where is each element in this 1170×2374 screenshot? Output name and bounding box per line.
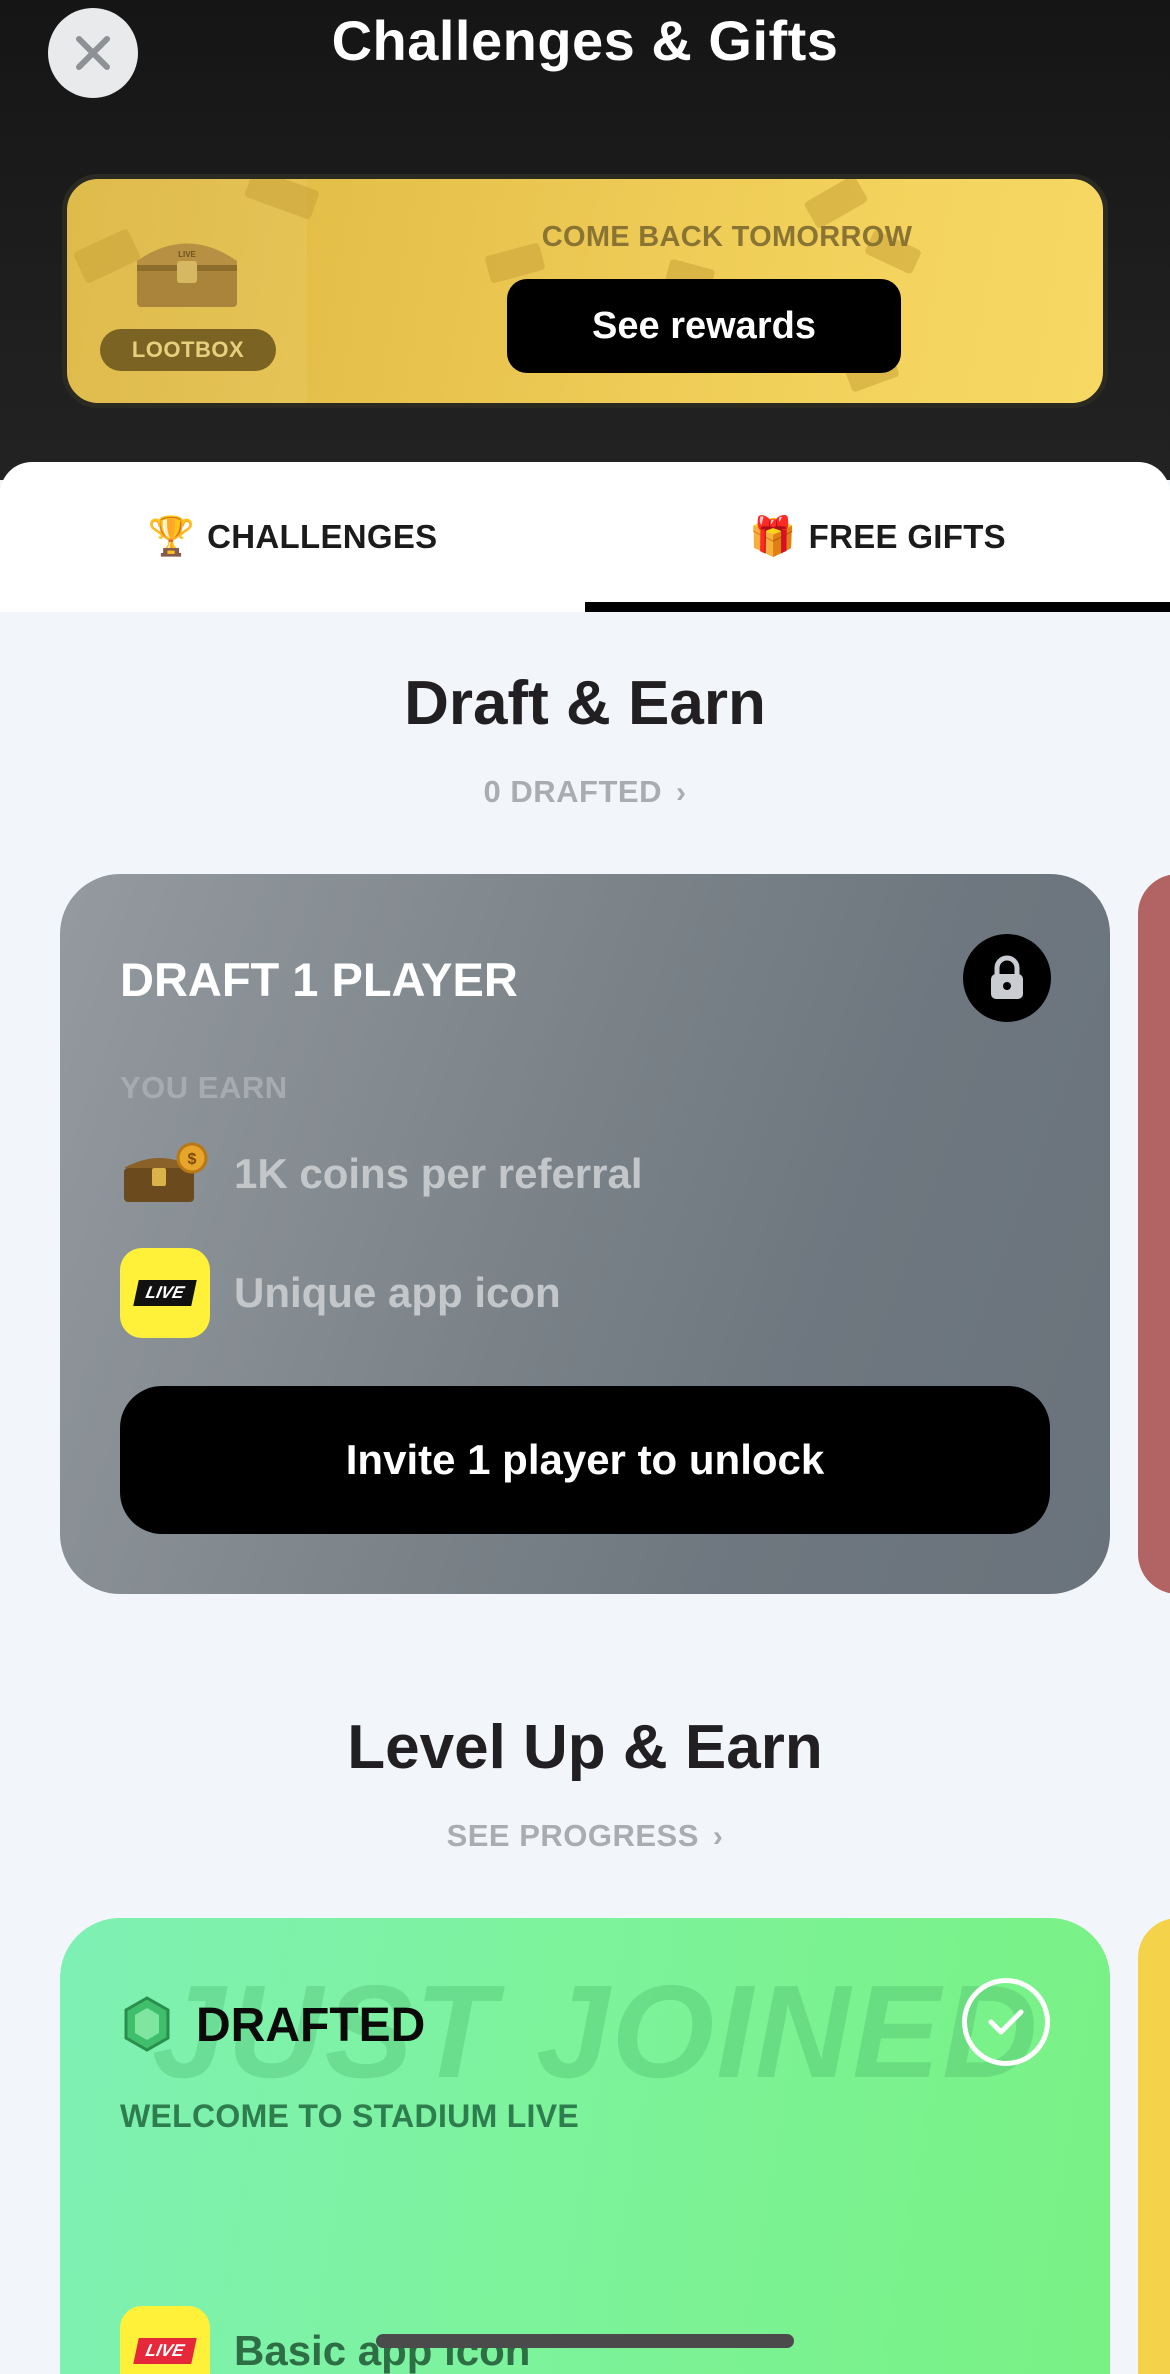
level-section-title: Level Up & Earn [347,1713,823,1782]
live-badge: LIVE [133,2338,197,2364]
draft-card-heading: DRAFT 1 PLAYER [120,953,518,1006]
tab-label: FREE GIFTS [808,518,1006,555]
tab-bar: 🏆 CHALLENGES 🎁 FREE GIFTS [0,462,1170,612]
svg-text:LIVE: LIVE [178,250,196,259]
you-earn-label: YOU EARN [120,1070,288,1105]
see-progress-label: SEE PROGRESS [446,1818,699,1853]
chevron-right-icon: › [712,1820,724,1853]
see-rewards-button[interactable]: See rewards [507,279,901,373]
reward-row-coins: $ 1K coins per referral [120,1142,643,1206]
treasure-chest-icon: LIVE [137,243,237,307]
trophy-icon: 🏆 [147,516,196,558]
drafted-count-label: 0 DRAFTED [483,774,662,809]
draft-card: DRAFT 1 PLAYER YOU EARN $ 1K coins per r… [60,874,1110,1594]
next-card-peek[interactable] [1138,1918,1170,2374]
lootbox-badge: LOOTBOX [100,329,276,371]
lootbox-banner[interactable]: LIVE LOOTBOX COME BACK TOMORROW See rewa… [62,174,1108,408]
gem-icon [124,1996,170,2052]
see-progress-link[interactable]: SEE PROGRESS › [0,1818,1170,1854]
active-tab-indicator [585,602,1170,612]
reward-row-app-icon: LIVE Unique app icon [120,1248,561,1338]
svg-text:$: $ [188,1151,197,1168]
next-card-peek[interactable] [1138,874,1170,1594]
invite-to-unlock-button[interactable]: Invite 1 player to unlock [120,1386,1050,1534]
banner-caption: COME BACK TOMORROW [541,221,913,253]
level-card-heading: DRAFTED [196,1999,426,2052]
lock-icon [963,934,1051,1022]
header: Challenges & Gifts LIVE LOOTBOX COME BAC… [0,0,1170,480]
live-app-icon: LIVE [120,2306,210,2374]
check-icon [962,1978,1050,2066]
draft-section-title: Draft & Earn [404,669,766,738]
reward-text: Unique app icon [234,1269,561,1316]
live-app-icon: LIVE [120,1248,210,1338]
page-title: Challenges & Gifts [331,9,839,72]
tab-free-gifts[interactable]: 🎁 FREE GIFTS [585,462,1170,612]
reward-text: 1K coins per referral [234,1150,643,1197]
tab-label: CHALLENGES [207,518,438,555]
coin-chest-icon: $ [124,1142,208,1202]
tab-challenges[interactable]: 🏆 CHALLENGES [0,462,585,612]
gift-icon: 🎁 [749,516,797,558]
chevron-right-icon: › [675,776,687,809]
home-indicator [376,2334,794,2348]
live-badge: LIVE [133,1280,197,1306]
level-card-subtitle: WELCOME TO STADIUM LIVE [120,2098,580,2134]
drafted-count-link[interactable]: 0 DRAFTED › [0,774,1170,810]
level-card: JUST JOINED DRAFTED WELCOME TO STADIUM L… [60,1918,1110,2374]
